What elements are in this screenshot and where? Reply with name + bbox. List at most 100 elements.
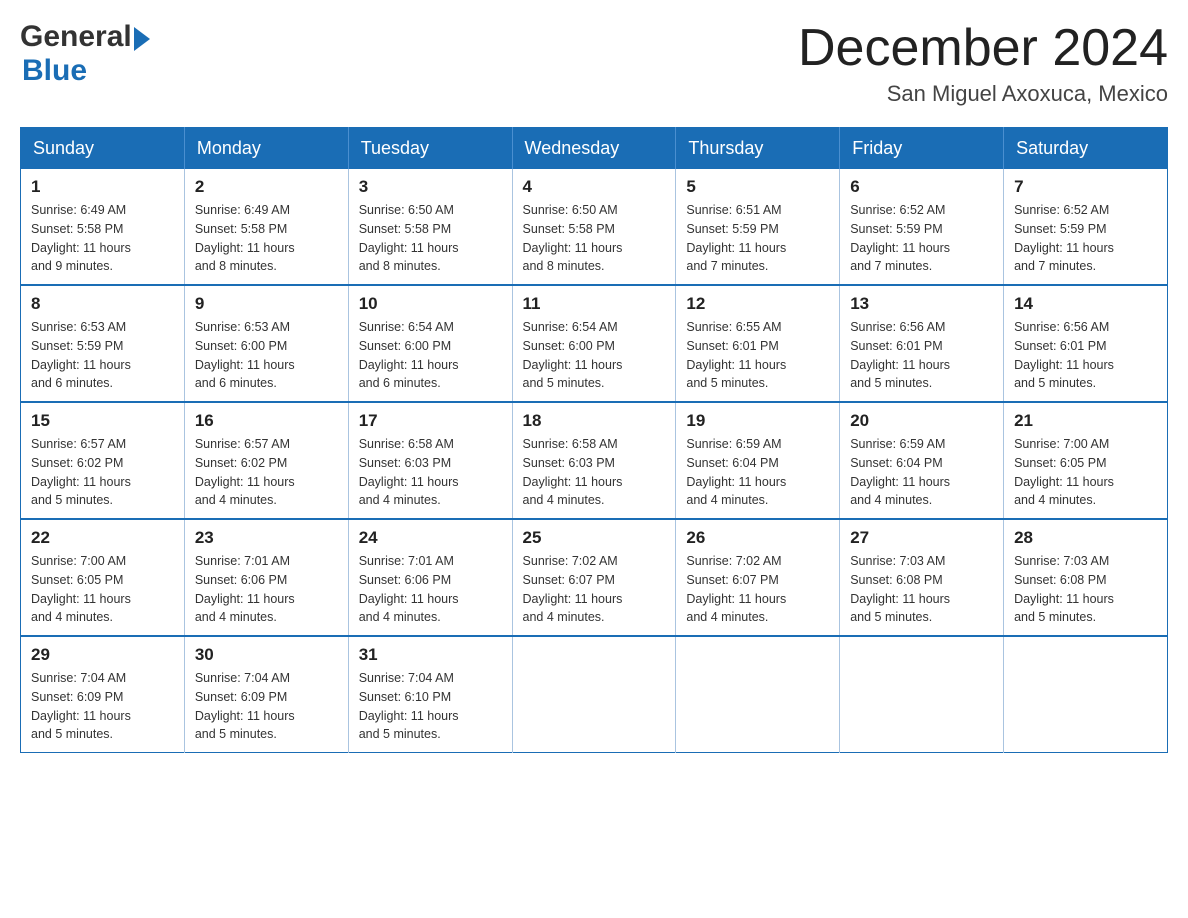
calendar-cell: 25Sunrise: 7:02 AM Sunset: 6:07 PM Dayli… [512, 519, 676, 636]
weekday-header-monday: Monday [184, 128, 348, 170]
calendar-cell: 19 Sunrise: 6:59 AM Sunset: 6:04 PM Dayli… [676, 402, 840, 519]
day-number: 11 [523, 294, 666, 314]
day-number: 14 [1014, 294, 1157, 314]
calendar-cell: 26 Sunrise: 7:02 AM Sunset: 6:07 PM Dayli… [676, 519, 840, 636]
calendar-week-row: 15Sunrise: 6:57 AM Sunset: 6:02 PM Dayli… [21, 402, 1168, 519]
day-info: Sunrise: 6:49 AM Sunset: 5:58 PM Dayligh… [31, 201, 174, 276]
calendar-cell: 21 Sunrise: 7:00 AM Sunset: 6:05 PM Dayli… [1004, 402, 1168, 519]
day-info: Sunrise: 7:01 AM Sunset: 6:06 PM Dayligh… [195, 552, 338, 627]
calendar-cell: 2 Sunrise: 6:49 AM Sunset: 5:58 PM Daylig… [184, 169, 348, 285]
day-info: Sunrise: 7:00 AM Sunset: 6:05 PM Dayligh… [1014, 435, 1157, 510]
calendar-cell: 16 Sunrise: 6:57 AM Sunset: 6:02 PM Dayli… [184, 402, 348, 519]
day-number: 4 [523, 177, 666, 197]
day-info: Sunrise: 6:57 AM Sunset: 6:02 PM Dayligh… [31, 435, 174, 510]
day-info: Sunrise: 6:58 AM Sunset: 6:03 PM Dayligh… [359, 435, 502, 510]
calendar-cell: 22Sunrise: 7:00 AM Sunset: 6:05 PM Dayli… [21, 519, 185, 636]
day-info: Sunrise: 6:50 AM Sunset: 5:58 PM Dayligh… [523, 201, 666, 276]
day-info: Sunrise: 6:54 AM Sunset: 6:00 PM Dayligh… [523, 318, 666, 393]
calendar-cell: 6Sunrise: 6:52 AM Sunset: 5:59 PM Daylig… [840, 169, 1004, 285]
day-number: 21 [1014, 411, 1157, 431]
weekday-header-tuesday: Tuesday [348, 128, 512, 170]
calendar-cell: 14 Sunrise: 6:56 AM Sunset: 6:01 PM Dayli… [1004, 285, 1168, 402]
calendar-cell: 17Sunrise: 6:58 AM Sunset: 6:03 PM Dayli… [348, 402, 512, 519]
month-title: December 2024 [798, 20, 1168, 77]
day-info: Sunrise: 6:49 AM Sunset: 5:58 PM Dayligh… [195, 201, 338, 276]
day-number: 27 [850, 528, 993, 548]
weekday-header-friday: Friday [840, 128, 1004, 170]
day-info: Sunrise: 7:04 AM Sunset: 6:10 PM Dayligh… [359, 669, 502, 744]
calendar-cell: 5Sunrise: 6:51 AM Sunset: 5:59 PM Daylig… [676, 169, 840, 285]
day-number: 31 [359, 645, 502, 665]
logo-blue-text: Blue [22, 54, 87, 88]
day-info: Sunrise: 6:52 AM Sunset: 5:59 PM Dayligh… [850, 201, 993, 276]
day-number: 16 [195, 411, 338, 431]
day-info: Sunrise: 6:55 AM Sunset: 6:01 PM Dayligh… [686, 318, 829, 393]
calendar-week-row: 8 Sunrise: 6:53 AM Sunset: 5:59 PM Daylig… [21, 285, 1168, 402]
calendar-cell: 31 Sunrise: 7:04 AM Sunset: 6:10 PM Dayli… [348, 636, 512, 753]
calendar-week-row: 22Sunrise: 7:00 AM Sunset: 6:05 PM Dayli… [21, 519, 1168, 636]
calendar-cell: 30Sunrise: 7:04 AM Sunset: 6:09 PM Dayli… [184, 636, 348, 753]
day-number: 25 [523, 528, 666, 548]
calendar-cell: 7 Sunrise: 6:52 AM Sunset: 5:59 PM Daylig… [1004, 169, 1168, 285]
calendar-cell: 29Sunrise: 7:04 AM Sunset: 6:09 PM Dayli… [21, 636, 185, 753]
day-info: Sunrise: 6:53 AM Sunset: 6:00 PM Dayligh… [195, 318, 338, 393]
day-info: Sunrise: 7:04 AM Sunset: 6:09 PM Dayligh… [31, 669, 174, 744]
calendar-cell: 1 Sunrise: 6:49 AM Sunset: 5:58 PM Daylig… [21, 169, 185, 285]
page-header: General Blue December 2024 San Miguel Ax… [20, 20, 1168, 107]
day-info: Sunrise: 7:02 AM Sunset: 6:07 PM Dayligh… [686, 552, 829, 627]
day-number: 24 [359, 528, 502, 548]
day-info: Sunrise: 6:54 AM Sunset: 6:00 PM Dayligh… [359, 318, 502, 393]
day-number: 10 [359, 294, 502, 314]
weekday-header-saturday: Saturday [1004, 128, 1168, 170]
logo: General Blue [20, 20, 150, 88]
calendar-cell: 15Sunrise: 6:57 AM Sunset: 6:02 PM Dayli… [21, 402, 185, 519]
day-info: Sunrise: 6:59 AM Sunset: 6:04 PM Dayligh… [686, 435, 829, 510]
logo-chevron-icon [134, 27, 150, 51]
day-info: Sunrise: 6:56 AM Sunset: 6:01 PM Dayligh… [1014, 318, 1157, 393]
calendar-cell: 28 Sunrise: 7:03 AM Sunset: 6:08 PM Dayli… [1004, 519, 1168, 636]
day-number: 2 [195, 177, 338, 197]
calendar-cell: 18 Sunrise: 6:58 AM Sunset: 6:03 PM Dayli… [512, 402, 676, 519]
weekday-header-thursday: Thursday [676, 128, 840, 170]
day-number: 9 [195, 294, 338, 314]
day-number: 5 [686, 177, 829, 197]
calendar-cell: 27 Sunrise: 7:03 AM Sunset: 6:08 PM Dayli… [840, 519, 1004, 636]
day-number: 28 [1014, 528, 1157, 548]
day-number: 18 [523, 411, 666, 431]
day-number: 1 [31, 177, 174, 197]
day-info: Sunrise: 7:01 AM Sunset: 6:06 PM Dayligh… [359, 552, 502, 627]
calendar-cell: 4 Sunrise: 6:50 AM Sunset: 5:58 PM Daylig… [512, 169, 676, 285]
day-info: Sunrise: 7:03 AM Sunset: 6:08 PM Dayligh… [1014, 552, 1157, 627]
calendar-cell [512, 636, 676, 753]
calendar-cell [1004, 636, 1168, 753]
calendar-cell: 24 Sunrise: 7:01 AM Sunset: 6:06 PM Dayli… [348, 519, 512, 636]
day-number: 20 [850, 411, 993, 431]
calendar-cell: 3Sunrise: 6:50 AM Sunset: 5:58 PM Daylig… [348, 169, 512, 285]
day-info: Sunrise: 6:58 AM Sunset: 6:03 PM Dayligh… [523, 435, 666, 510]
calendar-cell: 20Sunrise: 6:59 AM Sunset: 6:04 PM Dayli… [840, 402, 1004, 519]
day-number: 26 [686, 528, 829, 548]
location-subtitle: San Miguel Axoxuca, Mexico [798, 81, 1168, 107]
weekday-header-sunday: Sunday [21, 128, 185, 170]
logo-general-text: General [20, 20, 132, 54]
day-number: 8 [31, 294, 174, 314]
day-number: 23 [195, 528, 338, 548]
weekday-header-wednesday: Wednesday [512, 128, 676, 170]
day-number: 12 [686, 294, 829, 314]
day-info: Sunrise: 6:53 AM Sunset: 5:59 PM Dayligh… [31, 318, 174, 393]
calendar-cell: 11 Sunrise: 6:54 AM Sunset: 6:00 PM Dayli… [512, 285, 676, 402]
day-info: Sunrise: 6:56 AM Sunset: 6:01 PM Dayligh… [850, 318, 993, 393]
calendar-cell: 10 Sunrise: 6:54 AM Sunset: 6:00 PM Dayli… [348, 285, 512, 402]
calendar-table: SundayMondayTuesdayWednesdayThursdayFrid… [20, 127, 1168, 753]
day-number: 22 [31, 528, 174, 548]
title-section: December 2024 San Miguel Axoxuca, Mexico [798, 20, 1168, 107]
day-info: Sunrise: 7:03 AM Sunset: 6:08 PM Dayligh… [850, 552, 993, 627]
day-number: 19 [686, 411, 829, 431]
day-info: Sunrise: 6:57 AM Sunset: 6:02 PM Dayligh… [195, 435, 338, 510]
calendar-week-row: 29Sunrise: 7:04 AM Sunset: 6:09 PM Dayli… [21, 636, 1168, 753]
day-info: Sunrise: 6:52 AM Sunset: 5:59 PM Dayligh… [1014, 201, 1157, 276]
day-number: 13 [850, 294, 993, 314]
day-info: Sunrise: 6:50 AM Sunset: 5:58 PM Dayligh… [359, 201, 502, 276]
day-number: 7 [1014, 177, 1157, 197]
calendar-cell: 8 Sunrise: 6:53 AM Sunset: 5:59 PM Daylig… [21, 285, 185, 402]
